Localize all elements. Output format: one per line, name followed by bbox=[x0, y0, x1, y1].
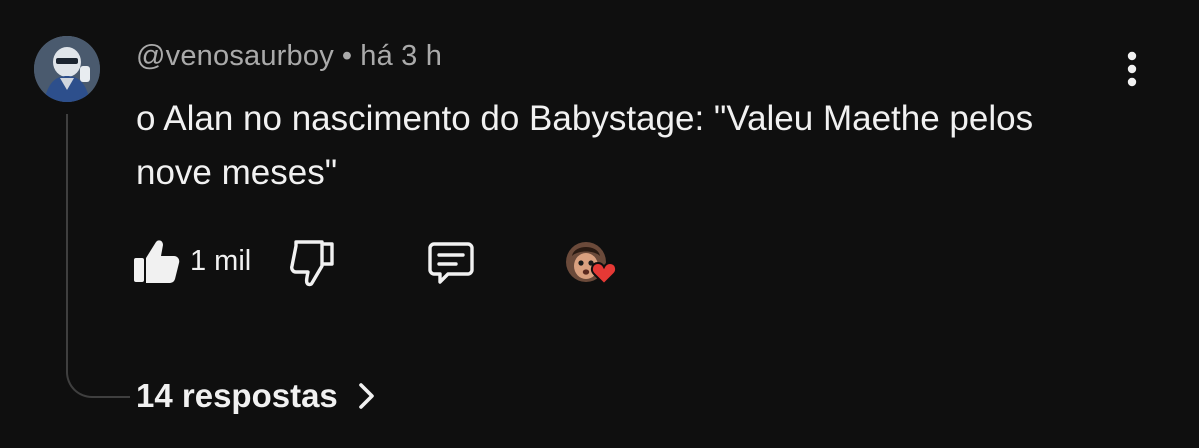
author-avatar[interactable] bbox=[34, 36, 100, 102]
author-handle[interactable]: @venosaurboy bbox=[136, 40, 334, 72]
thumb-down-icon bbox=[290, 240, 334, 287]
reply-thread-line bbox=[66, 114, 130, 398]
thumb-up-icon bbox=[134, 240, 180, 283]
reply-button[interactable] bbox=[426, 238, 476, 288]
dislike-button[interactable] bbox=[288, 236, 340, 288]
like-count: 1 mil bbox=[190, 245, 252, 277]
meta-separator: • bbox=[341, 40, 353, 72]
like-button[interactable] bbox=[132, 236, 182, 288]
comment-text: o Alan no nascimento do Babystage: "Vale… bbox=[136, 99, 1034, 192]
heart-icon bbox=[590, 261, 618, 286]
comment-timestamp[interactable]: há 3 h bbox=[360, 40, 442, 72]
view-replies-button[interactable]: 14 respostas bbox=[136, 372, 378, 420]
more-vert-icon bbox=[1127, 51, 1137, 87]
more-actions-button[interactable] bbox=[1116, 48, 1148, 92]
creator-heart-badge[interactable] bbox=[564, 238, 626, 290]
replies-count-label: 14 respostas bbox=[136, 377, 338, 414]
comment-icon bbox=[428, 242, 474, 284]
comment-meta: @venosaurboy • há 3 h bbox=[136, 40, 442, 73]
chevron-right-icon bbox=[358, 383, 374, 409]
